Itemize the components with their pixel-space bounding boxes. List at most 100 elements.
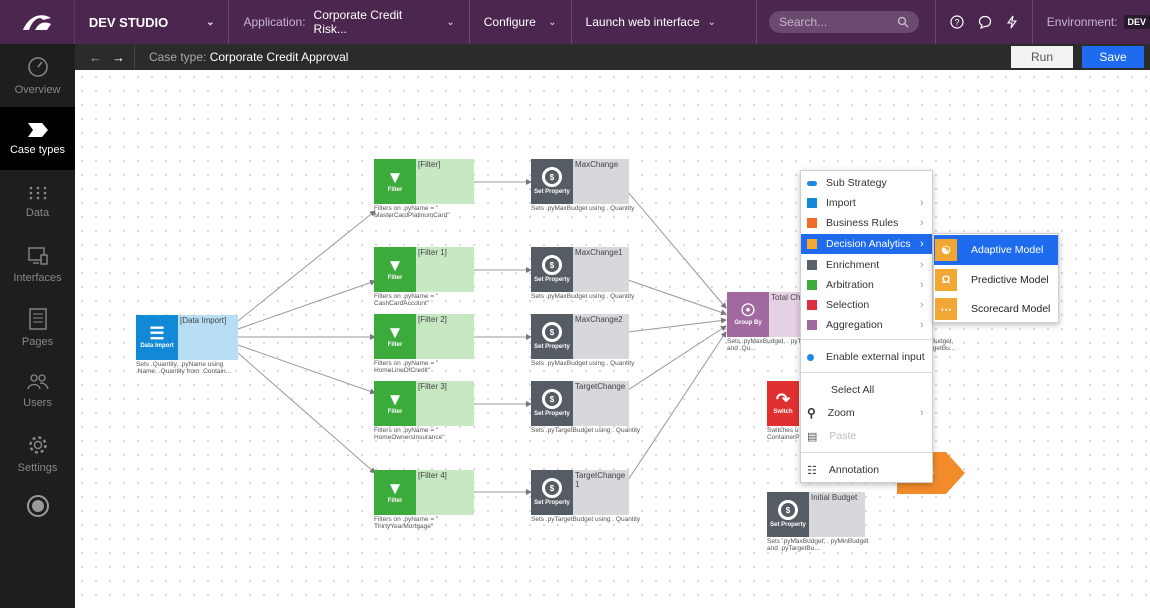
node-name: MaxChange2 bbox=[575, 315, 623, 324]
chevron-down-icon: ⌄ bbox=[446, 16, 455, 28]
connector bbox=[627, 191, 727, 309]
sidebar-item-users[interactable]: Users bbox=[0, 359, 75, 422]
sidebar-item-label: Users bbox=[23, 396, 52, 409]
chat-icon[interactable] bbox=[978, 15, 992, 29]
menu-item-selection[interactable]: Selection › bbox=[801, 295, 932, 315]
menu-divider bbox=[801, 452, 932, 453]
node-name: [Filter] bbox=[418, 160, 441, 169]
node-description: Sets .pyTargetBudget using . Quantity bbox=[531, 427, 641, 434]
node-name: Total Ch bbox=[771, 293, 801, 302]
predictive-model-icon: Ω bbox=[935, 269, 957, 291]
run-button[interactable]: Run bbox=[1011, 46, 1073, 68]
configure-menu[interactable]: Configure ⌄ bbox=[470, 0, 572, 44]
connector bbox=[237, 344, 376, 395]
menu-item-sub-strategy[interactable]: Sub Strategy bbox=[801, 173, 932, 193]
help-icon[interactable]: ? bbox=[950, 15, 964, 29]
menu-item-annotation[interactable]: ☷ Annotation bbox=[801, 460, 932, 480]
launch-web-interface-menu[interactable]: Launch web interface ⌄ bbox=[572, 0, 758, 44]
set-property-icon: $ Set Property bbox=[767, 492, 809, 537]
submenu-item-scorecard-model[interactable]: ⋯ Scorecard Model bbox=[934, 294, 1058, 324]
menu-divider bbox=[801, 372, 932, 373]
menu-item-zoom[interactable]: ⚲ Zoom › bbox=[801, 403, 932, 423]
node-description: Filters on .pyName = " ThirtyYearMortgag… bbox=[374, 516, 439, 530]
connector bbox=[627, 317, 727, 333]
node-description: Sets .Quantity, .pyName using .Name, .Qu… bbox=[136, 361, 232, 375]
user-icon bbox=[31, 500, 44, 512]
left-sidebar: Overview Case types Data Interfaces Page… bbox=[0, 44, 75, 608]
sidebar-item-interfaces[interactable]: Interfaces bbox=[0, 233, 75, 296]
svg-text:?: ? bbox=[954, 18, 959, 28]
group-by-icon: ☉ Group By bbox=[727, 292, 769, 337]
chevron-right-icon: › bbox=[920, 299, 924, 311]
sidebar-item-case-types[interactable]: Case types bbox=[0, 107, 75, 170]
sidebar-item-overview[interactable]: Overview bbox=[0, 44, 75, 107]
case-type-title: Case type: Corporate Credit Approval bbox=[135, 50, 348, 64]
menu-item-paste[interactable]: ▤ Paste bbox=[801, 426, 932, 446]
menu-item-select-all[interactable]: Select All bbox=[801, 380, 932, 400]
strategy-canvas[interactable]: ☰ Data Import [Data Import] Sets .Quantit… bbox=[75, 70, 1150, 608]
history-nav: ← → bbox=[75, 44, 135, 70]
sidebar-item-pages[interactable]: Pages bbox=[0, 296, 75, 359]
menu-item-decision-analytics[interactable]: Decision Analytics › bbox=[801, 234, 932, 254]
import-swatch-icon bbox=[807, 198, 817, 208]
submenu-item-predictive-model[interactable]: Ω Predictive Model bbox=[934, 265, 1058, 295]
business-rules-swatch-icon bbox=[807, 218, 817, 228]
application-label: Application: bbox=[243, 15, 306, 29]
node-description: Sets .pyMaxBudget using . Quantity bbox=[531, 205, 635, 212]
logo-icon bbox=[22, 15, 51, 30]
back-arrow-icon[interactable]: ← bbox=[89, 50, 102, 65]
node-description: Sets .pyMaxBudget using . Quantity bbox=[531, 293, 635, 300]
node-description: Budget, .getBu... bbox=[931, 338, 956, 352]
search-input[interactable] bbox=[779, 15, 890, 29]
chevron-shape-icon bbox=[27, 122, 48, 137]
menu-item-enrichment[interactable]: Enrichment › bbox=[801, 255, 932, 275]
page-icon bbox=[28, 307, 47, 330]
chevron-right-icon: › bbox=[920, 319, 924, 331]
filter-icon: ▼ Filter bbox=[374, 159, 416, 204]
set-property-icon: $ Set Property bbox=[531, 159, 573, 204]
node-description: Filters on .pyName = " MasterCardPlatinu… bbox=[374, 205, 450, 219]
pega-logo[interactable] bbox=[0, 0, 75, 44]
menu-item-business-rules[interactable]: Business Rules › bbox=[801, 213, 932, 233]
node-name: [Data Import] bbox=[180, 316, 227, 325]
menu-item-arbitration[interactable]: Arbitration › bbox=[801, 275, 932, 295]
filter-icon: ▼ Filter bbox=[374, 247, 416, 292]
search-box[interactable] bbox=[769, 11, 919, 33]
search-icon[interactable] bbox=[897, 16, 909, 28]
application-switcher[interactable]: Application: Corporate Credit Risk... ⌄ bbox=[229, 0, 470, 44]
filter-icon: ▼ Filter bbox=[374, 470, 416, 515]
sidebar-item-label: Data bbox=[25, 206, 50, 219]
lightning-icon[interactable] bbox=[1006, 15, 1018, 29]
node-description: Filters on .pyName = " HomeOwnersInsuran… bbox=[374, 427, 445, 441]
studio-switcher[interactable]: DEV STUDIO ⌄ bbox=[75, 0, 230, 44]
node-description: Filters on .pyName = " CashCardAccount" bbox=[374, 293, 439, 307]
chevron-right-icon: › bbox=[920, 259, 924, 271]
sidebar-item-label: Pages bbox=[21, 335, 54, 348]
node-name: [Filter 2] bbox=[418, 315, 447, 324]
sidebar-item-settings[interactable]: Settings bbox=[0, 422, 75, 485]
environment-label: Environment: bbox=[1046, 15, 1118, 29]
node-name: TargetChange bbox=[575, 382, 626, 391]
sidebar-item-label: Interfaces bbox=[13, 271, 62, 284]
switch-icon: ↷ Switch bbox=[767, 381, 799, 426]
node-description: Sets .pyMaxBudget, . pyMinBudget and .py… bbox=[767, 538, 869, 552]
adaptive-model-icon: ☯ bbox=[935, 239, 957, 261]
chevron-right-icon: › bbox=[920, 197, 924, 209]
sidebar-item-data[interactable]: Data bbox=[0, 170, 75, 233]
menu-item-aggregation[interactable]: Aggregation › bbox=[801, 315, 932, 335]
node-name: [Filter 4] bbox=[418, 471, 447, 480]
submenu-item-adaptive-model[interactable]: ☯ Adaptive Model bbox=[934, 235, 1058, 265]
external-input-dot-icon bbox=[807, 353, 814, 361]
annotation-icon: ☷ bbox=[807, 464, 817, 477]
chevron-down-icon: ⌄ bbox=[707, 16, 717, 28]
save-button[interactable]: Save bbox=[1082, 46, 1144, 68]
environment-badge: DEV bbox=[1123, 15, 1150, 29]
filter-icon: ▼ Filter bbox=[374, 381, 416, 426]
top-bar: DEV STUDIO ⌄ Application: Corporate Cred… bbox=[0, 0, 1150, 44]
case-type-value: Corporate Credit Approval bbox=[209, 50, 349, 64]
menu-item-enable-external-input[interactable]: Enable external input bbox=[801, 347, 932, 367]
clipboard-icon: ▤ bbox=[807, 430, 818, 443]
forward-arrow-icon[interactable]: → bbox=[112, 50, 125, 65]
menu-item-import[interactable]: Import › bbox=[801, 193, 932, 213]
avatar[interactable] bbox=[26, 495, 49, 517]
